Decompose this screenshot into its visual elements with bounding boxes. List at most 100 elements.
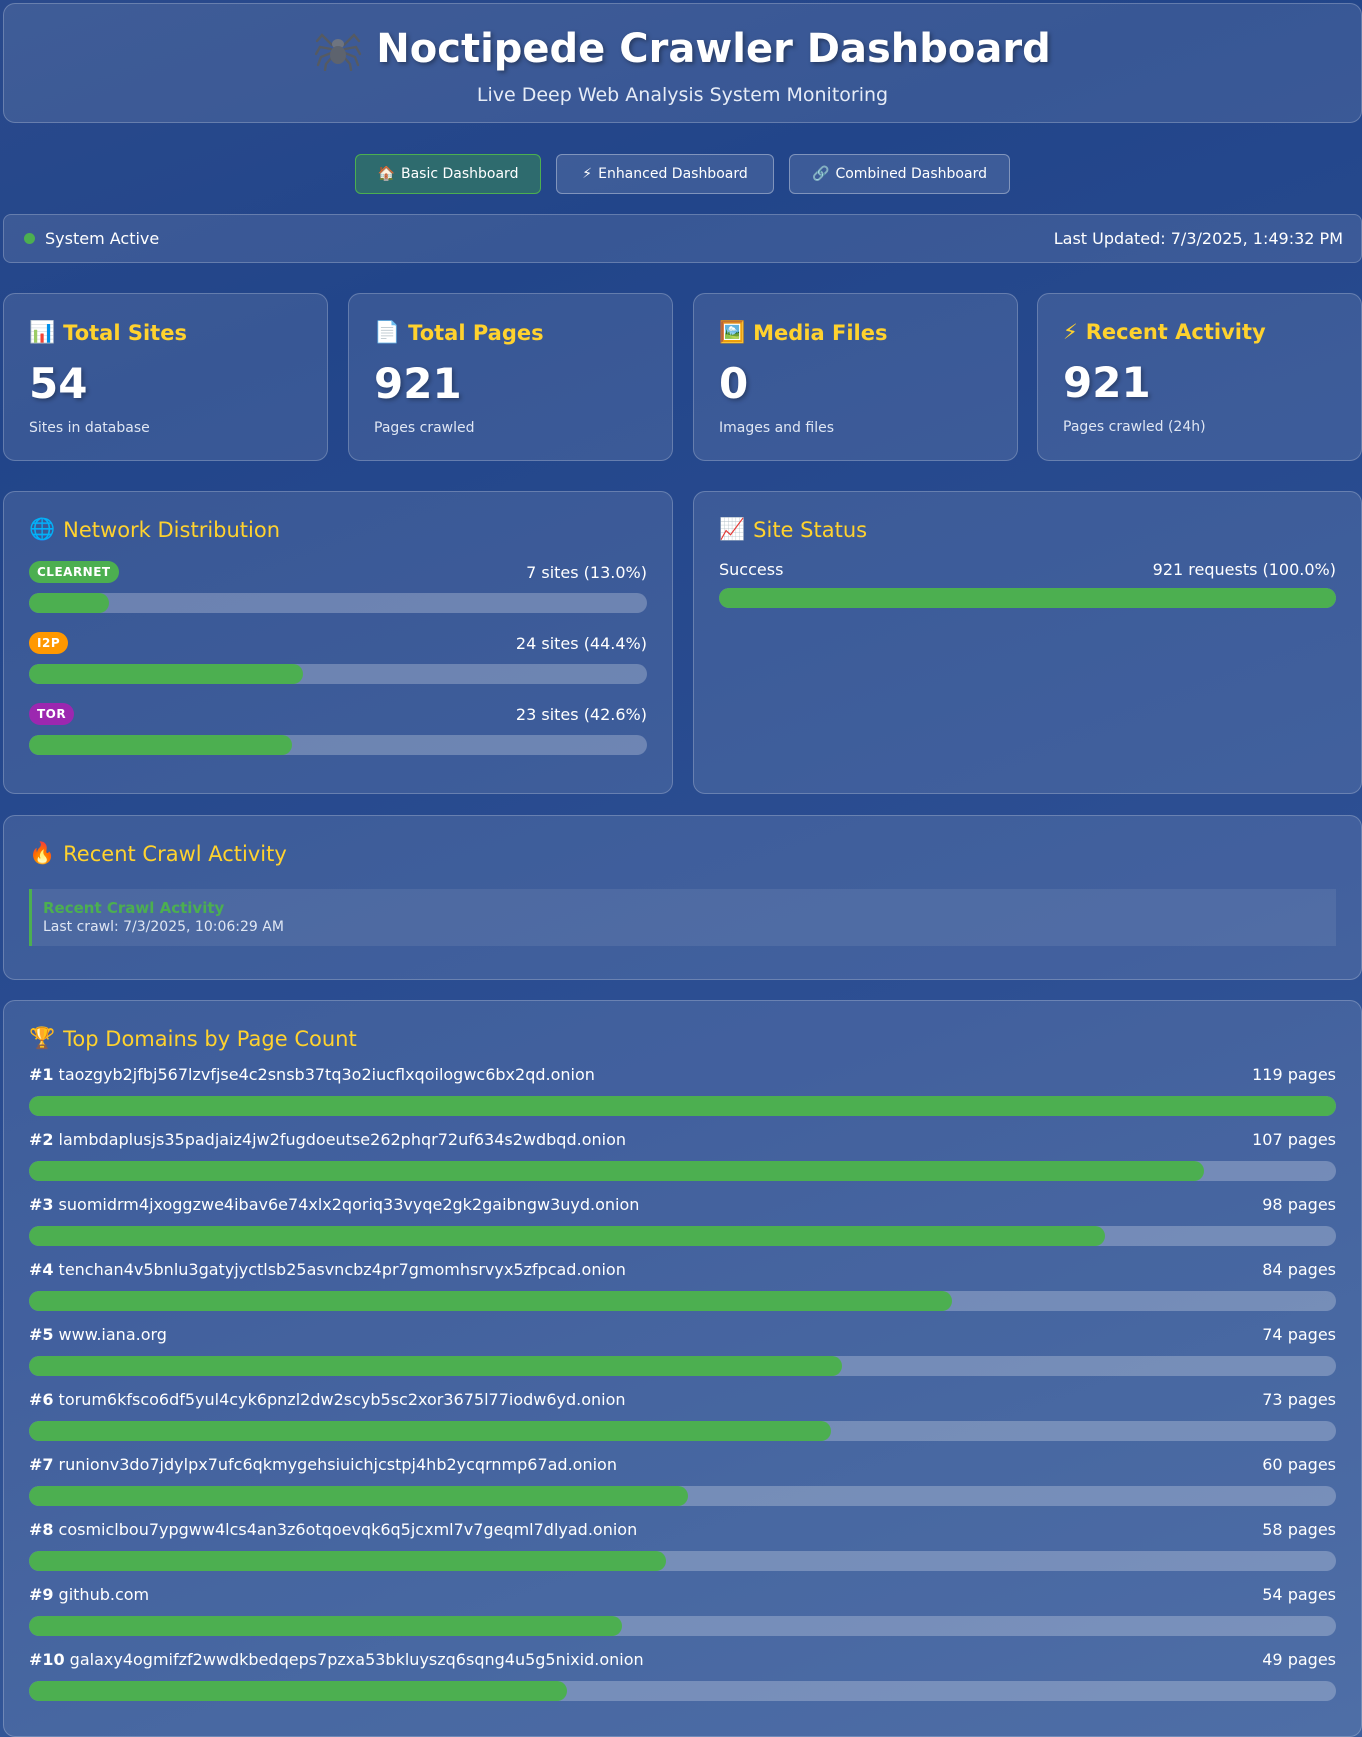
domain-rank: #10 <box>29 1650 65 1669</box>
section-title: 🏆 Top Domains by Page Count <box>29 1026 1336 1051</box>
home-icon: 🏠 <box>377 166 395 182</box>
network-count: 24 sites (44.4%) <box>515 633 647 653</box>
domain-page-count: 54 pages <box>1262 1585 1336 1604</box>
stat-value: 54 <box>29 359 88 408</box>
domain-name: taozgyb2jfbj567lzvfjse4c2snsb37tq3o2iucf… <box>58 1065 595 1084</box>
domain-name-group: #9 github.com <box>29 1585 149 1605</box>
site-status-bar-fill <box>719 588 1336 608</box>
domain-row: #7 runionv3do7jdylpx7ufc6qkmygehsiuichjcs… <box>29 1455 1336 1506</box>
domain-bar-fill <box>29 1291 952 1311</box>
nav-button-label: Enhanced Dashboard <box>598 166 748 182</box>
domain-name-group: #8 cosmiclbou7ypgww4lcs4an3z6otqoevqk6q5j… <box>29 1520 637 1540</box>
domain-row-header: #6 torum6kfsco6df5yul4cyk6pnzl2dw2scyb5sc… <box>29 1390 1336 1410</box>
site-status-panel: 📈 Site Status Success 921 requests (100.0… <box>693 491 1362 794</box>
domain-name-group: #3 suomidrm4jxoggzwe4ibav6e74xlx2qoriq33v… <box>29 1195 639 1215</box>
stat-card-total-sites: 📊 Total Sites 54 Sites in database <box>3 293 328 461</box>
nav-enhanced-dashboard-button[interactable]: ⚡ Enhanced Dashboard <box>556 154 774 194</box>
lightning-icon: ⚡ <box>582 166 593 182</box>
domain-list: #1 taozgyb2jfbj567lzvfjse4c2snsb37tq3o2iu… <box>29 1065 1336 1701</box>
section-title: 🔥 Recent Crawl Activity <box>29 841 1336 866</box>
stat-title: Total Pages <box>408 320 544 345</box>
domain-bar <box>29 1291 1336 1311</box>
domain-row: #8 cosmiclbou7ypgww4lcs4an3z6otqoevqk6q5j… <box>29 1520 1336 1571</box>
domain-row-header: #1 taozgyb2jfbj567lzvfjse4c2snsb37tq3o2iu… <box>29 1065 1336 1085</box>
domain-page-count: 119 pages <box>1252 1065 1336 1084</box>
domain-name-group: #4 tenchan4v5bnlu3gatyjyctlsb25asvncbz4pr… <box>29 1260 626 1280</box>
network-row: CLEARNET 7 sites (13.0%) <box>29 560 647 613</box>
domain-rank: #7 <box>29 1455 54 1474</box>
network-bar <box>29 664 647 684</box>
activity-item-detail: Last crawl: 7/3/2025, 10:06:29 AM <box>43 919 284 935</box>
stat-title: Media Files <box>753 320 888 345</box>
domain-bar-fill <box>29 1551 667 1571</box>
stat-title: Recent Activity <box>1085 320 1266 344</box>
domain-page-count: 60 pages <box>1262 1455 1336 1474</box>
domain-bar <box>29 1551 1336 1571</box>
network-distribution-panel: 🌐 Network Distribution CLEARNET 7 sites (… <box>3 491 673 794</box>
domain-rank: #2 <box>29 1130 54 1149</box>
nav-basic-dashboard-button[interactable]: 🏠 Basic Dashboard <box>355 154 541 194</box>
network-row-header: CLEARNET 7 sites (13.0%) <box>29 560 647 584</box>
domain-page-count: 98 pages <box>1262 1195 1336 1214</box>
domain-page-count: 73 pages <box>1262 1390 1336 1409</box>
network-badge: I2P <box>29 632 69 654</box>
section-title-text: Network Distribution <box>63 517 281 542</box>
domain-bar <box>29 1681 1336 1701</box>
domain-page-count: 58 pages <box>1262 1520 1336 1539</box>
nav-button-label: Basic Dashboard <box>400 166 519 182</box>
section-title: 🌐 Network Distribution <box>29 517 647 542</box>
status-bar: System Active Last Updated: 7/3/2025, 1:… <box>3 214 1362 263</box>
domain-row: #5 www.iana.org 74 pages <box>29 1325 1336 1376</box>
domain-bar-fill <box>29 1616 623 1636</box>
network-bar-fill <box>29 664 304 684</box>
stat-value: 921 <box>1063 358 1151 407</box>
system-status: System Active <box>24 229 159 248</box>
network-bar <box>29 593 647 613</box>
page-title: Noctipede Crawler Dashboard <box>4 26 1361 72</box>
nav-combined-dashboard-button[interactable]: 🔗 Combined Dashboard <box>789 154 1010 194</box>
domain-bar <box>29 1421 1336 1441</box>
bar-chart-icon: 📊 <box>29 320 56 344</box>
domain-row-header: #5 www.iana.org 74 pages <box>29 1325 1336 1345</box>
globe-icon: 🌐 <box>29 517 56 541</box>
stat-value: 0 <box>719 359 749 408</box>
stat-card-total-pages: 📄 Total Pages 921 Pages crawled <box>348 293 673 461</box>
domain-name-group: #7 runionv3do7jdylpx7ufc6qkmygehsiuichjcs… <box>29 1455 617 1475</box>
link-icon: 🔗 <box>812 166 830 182</box>
picture-icon: 🖼️ <box>719 320 746 344</box>
page-header: Noctipede Crawler Dashboard Live Deep We… <box>3 3 1362 123</box>
page-title-text: Noctipede Crawler Dashboard <box>376 26 1051 72</box>
domain-page-count: 84 pages <box>1262 1260 1336 1279</box>
domain-rank: #6 <box>29 1390 54 1409</box>
domain-name: github.com <box>58 1585 150 1604</box>
activity-item-title: Recent Crawl Activity <box>43 899 225 917</box>
domain-bar <box>29 1226 1336 1246</box>
nav-button-label: Combined Dashboard <box>835 166 987 182</box>
domain-row-header: #7 runionv3do7jdylpx7ufc6qkmygehsiuichjcs… <box>29 1455 1336 1475</box>
activity-item: Recent Crawl Activity Last crawl: 7/3/20… <box>29 889 1336 946</box>
last-updated: Last Updated: 7/3/2025, 1:49:32 PM <box>1053 229 1343 248</box>
recent-crawl-activity-panel: 🔥 Recent Crawl Activity Recent Crawl Act… <box>3 815 1362 980</box>
domain-row: #10 galaxy4ogmifzf2wwdkbedqeps7pzxa53bklu… <box>29 1650 1336 1701</box>
network-badge: CLEARNET <box>29 561 119 583</box>
domain-row-header: #4 tenchan4v5bnlu3gatyjyctlsb25asvncbz4pr… <box>29 1260 1336 1280</box>
domain-rank: #1 <box>29 1065 54 1084</box>
trophy-icon: 🏆 <box>29 1026 56 1050</box>
stat-description: Pages crawled <box>374 420 475 436</box>
domain-rank: #5 <box>29 1325 54 1344</box>
domain-page-count: 74 pages <box>1262 1325 1336 1344</box>
domain-row: #1 taozgyb2jfbj567lzvfjse4c2snsb37tq3o2iu… <box>29 1065 1336 1116</box>
domain-name: runionv3do7jdylpx7ufc6qkmygehsiuichjcstp… <box>58 1455 617 1474</box>
domain-bar <box>29 1616 1336 1636</box>
domain-row: #4 tenchan4v5bnlu3gatyjyctlsb25asvncbz4pr… <box>29 1260 1336 1311</box>
domain-bar-fill <box>29 1161 1205 1181</box>
system-status-text: System Active <box>45 229 160 248</box>
network-row: I2P 24 sites (44.4%) <box>29 631 647 684</box>
section-title-text: Recent Crawl Activity <box>63 841 287 866</box>
network-bar <box>29 735 647 755</box>
domain-name-group: #6 torum6kfsco6df5yul4cyk6pnzl2dw2scyb5sc… <box>29 1390 626 1410</box>
domain-name: www.iana.org <box>58 1325 167 1344</box>
site-status-list: Success 921 requests (100.0%) <box>719 560 1336 608</box>
domain-bar-fill <box>29 1421 831 1441</box>
domain-name-group: #5 www.iana.org <box>29 1325 167 1345</box>
